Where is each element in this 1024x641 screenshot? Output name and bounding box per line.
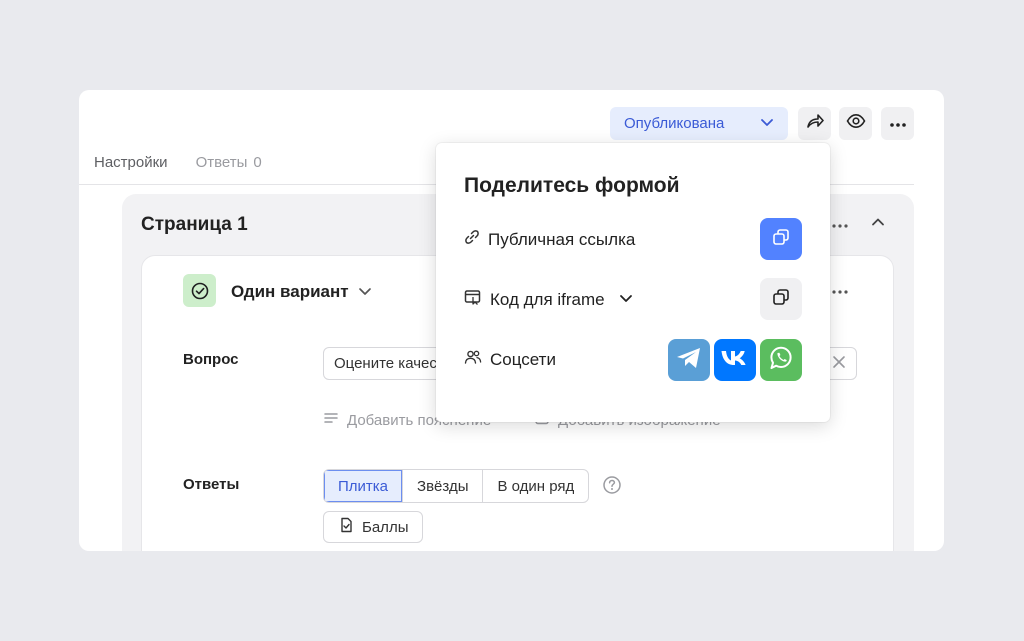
vk-share-button[interactable]	[714, 339, 756, 381]
points-button[interactable]: Баллы	[323, 511, 424, 543]
page-title: Страница 1	[141, 214, 248, 235]
share-icon	[805, 111, 825, 136]
link-icon	[464, 229, 480, 250]
tab-answers[interactable]: Ответы 0	[196, 154, 262, 171]
points-icon	[338, 517, 354, 537]
more-icon	[889, 115, 907, 133]
answer-style-row[interactable]: В один ряд	[482, 470, 588, 502]
clear-icon[interactable]	[832, 355, 846, 373]
iframe-code-row[interactable]: Код для iframe	[464, 289, 633, 310]
chevron-down-icon[interactable]	[358, 284, 372, 303]
iframe-code-label: Код для iframe	[490, 289, 605, 309]
question-type-label[interactable]: Один вариант	[231, 282, 349, 302]
answers-count: 0	[253, 154, 262, 171]
copy-icon	[772, 228, 790, 251]
chevron-down-icon	[760, 115, 774, 133]
tab-settings[interactable]: Настройки	[94, 154, 168, 171]
publish-status-dropdown[interactable]: Опубликована	[610, 107, 788, 140]
question-field-label: Вопрос	[183, 351, 239, 368]
chevron-up-icon[interactable]	[870, 214, 886, 235]
users-icon	[464, 349, 482, 370]
share-popup: Поделитесь формой Публичная ссылка Код д…	[436, 143, 830, 422]
preview-button[interactable]	[839, 107, 872, 140]
tab-answers-label: Ответы	[195, 154, 248, 171]
whatsapp-share-button[interactable]	[760, 339, 802, 381]
chevron-down-icon	[619, 290, 633, 310]
answer-style-selector: Плитка Звёзды В один ряд	[323, 469, 590, 503]
publish-status-label: Опубликована	[624, 115, 725, 132]
answer-style-tile[interactable]: Плитка	[324, 470, 403, 502]
whatsapp-icon	[767, 344, 795, 377]
answer-style-stars[interactable]: Звёзды	[402, 470, 482, 502]
social-label: Соцсети	[490, 349, 556, 369]
public-link-label: Публичная ссылка	[488, 229, 636, 249]
question-more-icon[interactable]	[831, 282, 849, 300]
vk-icon	[720, 349, 750, 372]
iframe-icon	[464, 289, 482, 310]
copy-public-link-button[interactable]	[760, 218, 802, 260]
answers-field-label: Ответы	[183, 476, 240, 493]
share-popup-title: Поделитесь формой	[464, 174, 680, 197]
help-icon[interactable]	[602, 475, 622, 500]
telegram-icon	[675, 346, 703, 375]
social-row: Соцсети	[464, 349, 556, 370]
check-circle-icon	[183, 274, 216, 307]
eye-icon	[846, 111, 866, 136]
tab-bar: Настройки Ответы 0	[94, 154, 262, 171]
public-link-row: Публичная ссылка	[464, 229, 635, 250]
copy-iframe-code-button[interactable]	[760, 278, 802, 320]
text-lines-icon	[323, 410, 339, 430]
copy-icon	[772, 288, 790, 311]
share-button[interactable]	[798, 107, 831, 140]
more-button[interactable]	[881, 107, 914, 140]
telegram-share-button[interactable]	[668, 339, 710, 381]
page-more-icon[interactable]	[831, 216, 849, 234]
points-label: Баллы	[362, 518, 409, 536]
